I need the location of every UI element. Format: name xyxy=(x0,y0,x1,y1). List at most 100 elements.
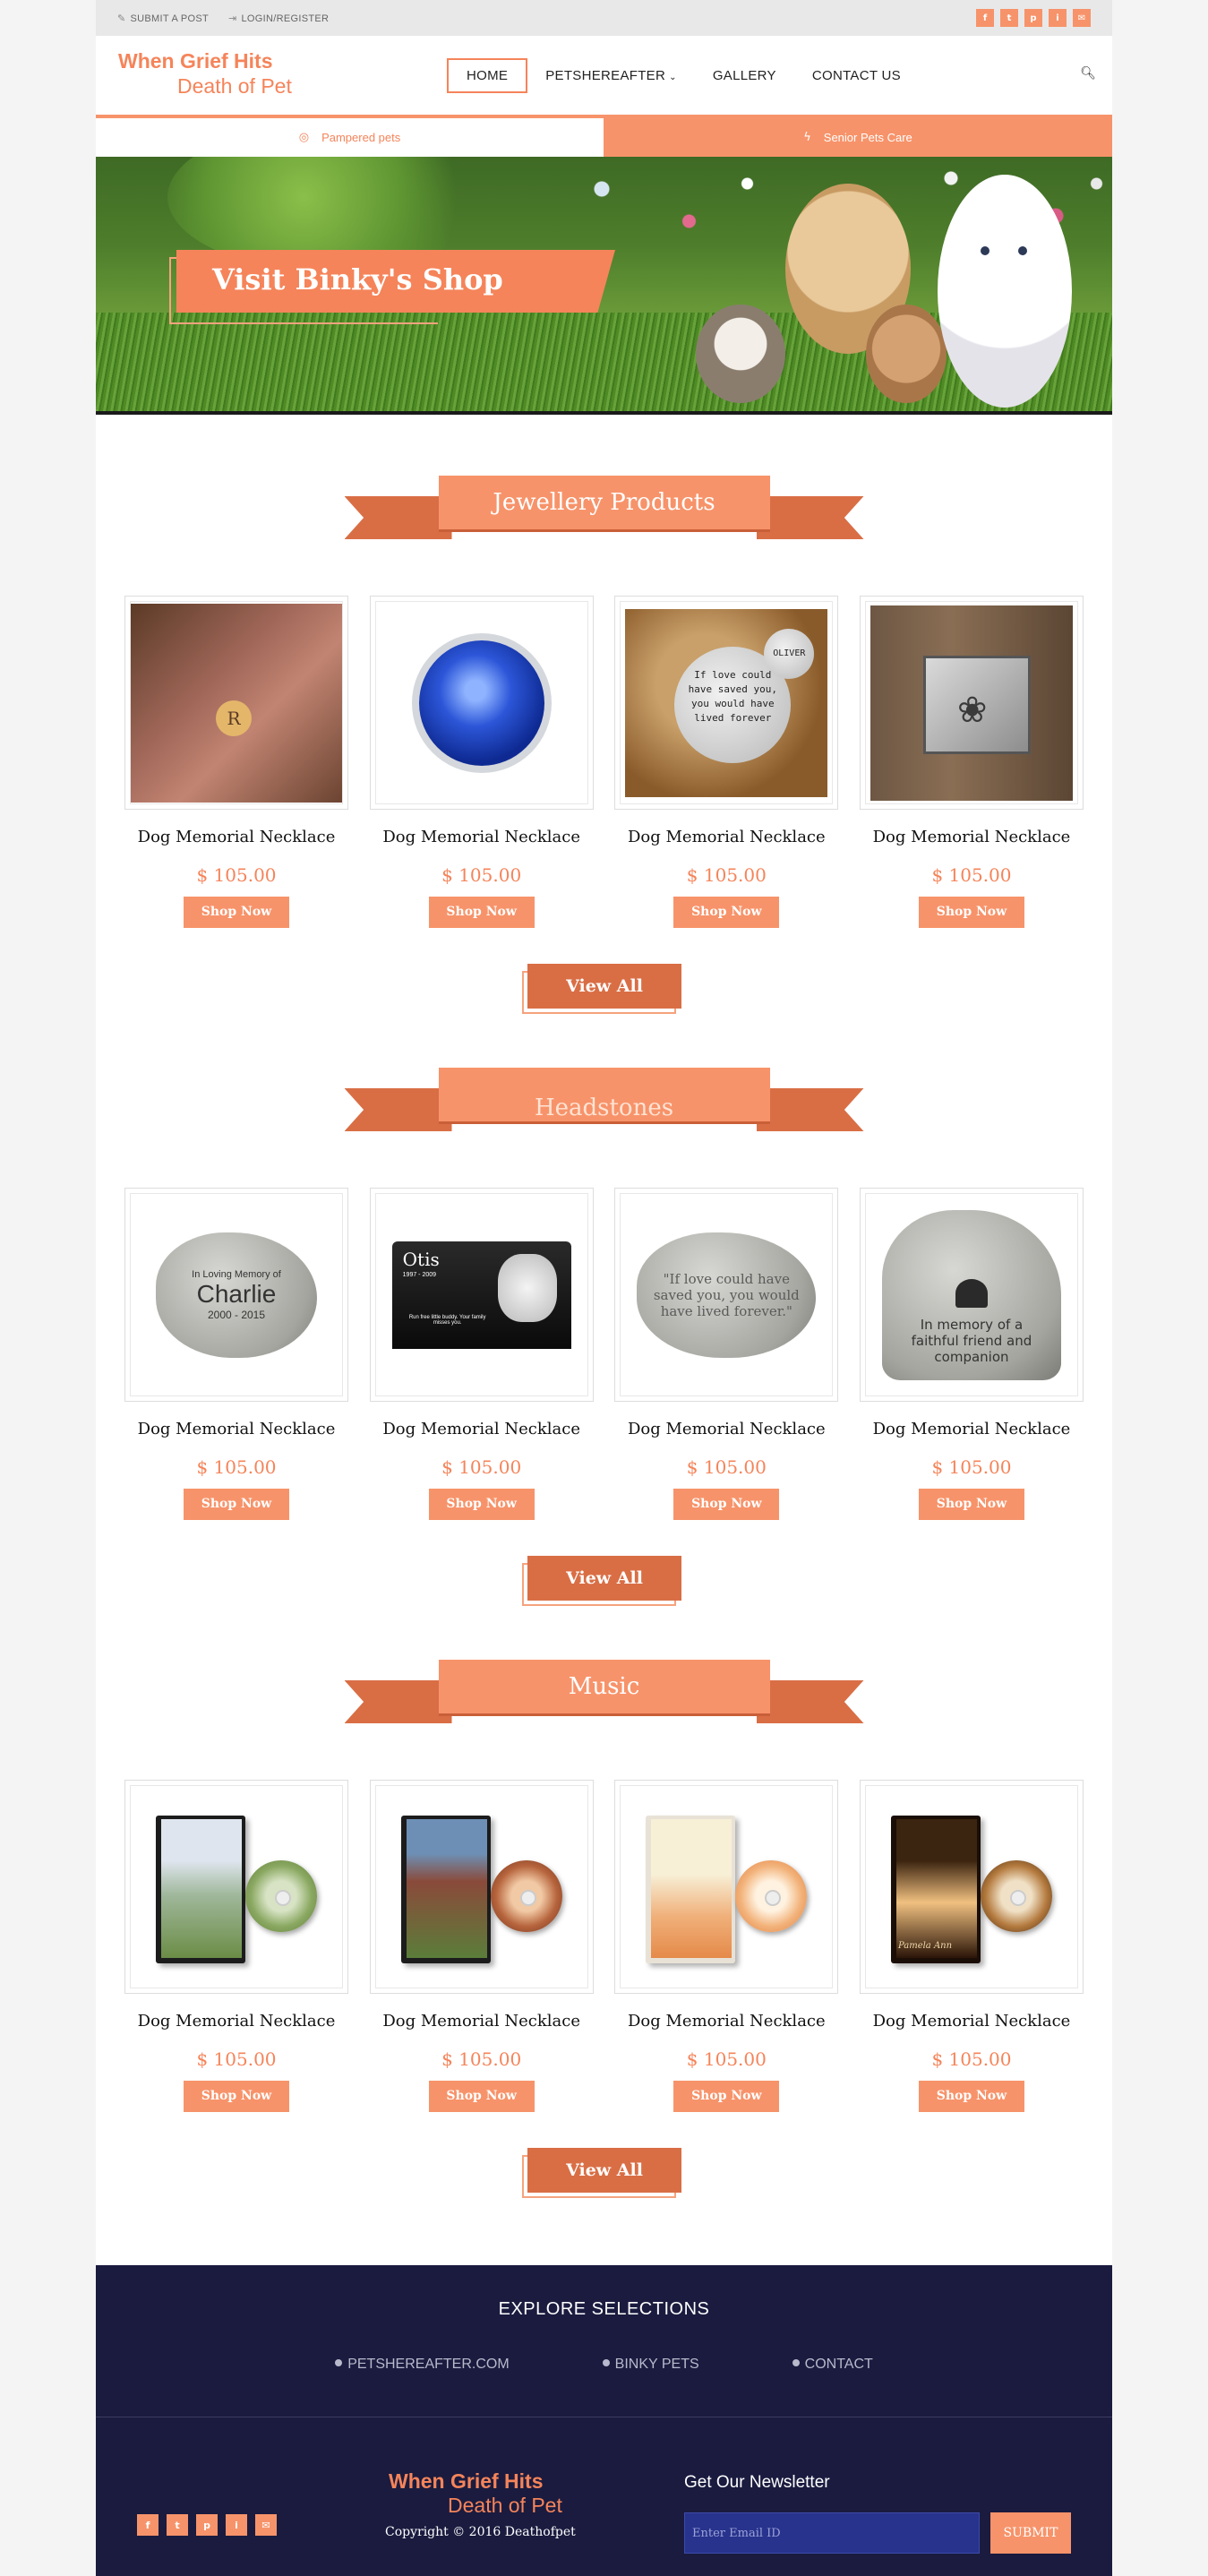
pinterest-icon[interactable]: p xyxy=(1024,9,1042,27)
shop-now-button[interactable]: Shop Now xyxy=(428,2081,535,2112)
logo-line-1: When Grief Hits xyxy=(118,49,273,73)
login-link[interactable]: ⇥ LOGIN/REGISTER xyxy=(228,13,329,24)
footer-link-binky[interactable]: BINKY PETS xyxy=(602,2357,699,2373)
dvd-cover xyxy=(651,1818,733,1958)
shop-now-button[interactable]: Shop Now xyxy=(673,1489,780,1520)
product-grid: In Loving Memory of Charlie 2000 - 2015 … xyxy=(96,1188,1112,1520)
logo-line-2: Death of Pet xyxy=(177,74,292,98)
shop-now-button[interactable]: Shop Now xyxy=(918,897,1024,928)
product-image-frame[interactable] xyxy=(369,1780,594,1994)
product-name[interactable]: Dog Memorial Necklace xyxy=(124,828,348,846)
product-image xyxy=(374,601,588,804)
shop-now-button[interactable]: Shop Now xyxy=(428,1489,535,1520)
product-image-frame[interactable]: If love could have saved you, you would … xyxy=(614,596,839,810)
shop-now-button[interactable]: Shop Now xyxy=(918,1489,1024,1520)
search-icon[interactable]: 🔍︎ xyxy=(1080,66,1096,81)
bullet-icon xyxy=(792,2359,800,2366)
product-image-frame[interactable]: "If love could have saved you, you would… xyxy=(614,1188,839,1402)
product-image-frame[interactable] xyxy=(124,1780,348,1994)
shop-now-button[interactable]: Shop Now xyxy=(918,2081,1024,2112)
product-name[interactable]: Dog Memorial Necklace xyxy=(614,1420,838,1438)
product-name[interactable]: Dog Memorial Necklace xyxy=(614,828,838,846)
footer-logo[interactable]: When Grief Hits Death of Pet Copyright ©… xyxy=(385,2469,576,2539)
shop-banner-text[interactable]: Visit Binky's Shop xyxy=(212,262,503,296)
footer-link-label: BINKY PETS xyxy=(614,2357,699,2372)
product-card: Dog Memorial Necklace $ 105.00 Shop Now xyxy=(614,1780,839,2112)
view-all-button[interactable]: View All xyxy=(527,1556,681,1601)
email-input[interactable] xyxy=(684,2512,980,2554)
view-all-button[interactable]: View All xyxy=(527,2148,681,2193)
ribbon-tail-right xyxy=(756,1088,864,1131)
clock-icon: ◎ xyxy=(298,131,310,144)
footer-bottom: f t p i ✉ When Grief Hits Death of Pet C… xyxy=(96,2417,1112,2576)
product-price: $ 105.00 xyxy=(441,864,522,886)
senior-pets-link[interactable]: ϟ Senior Pets Care xyxy=(604,118,1112,157)
product-name[interactable]: Dog Memorial Necklace xyxy=(370,1420,594,1438)
product-image-frame[interactable] xyxy=(369,596,594,810)
copyright: Copyright © 2016 Deathofpet xyxy=(385,2525,576,2539)
submit-post-link[interactable]: ✎ SUBMIT A POST xyxy=(117,13,209,24)
facebook-icon[interactable]: f xyxy=(137,2514,158,2536)
shop-now-button[interactable]: Shop Now xyxy=(673,2081,780,2112)
product-name[interactable]: Dog Memorial Necklace xyxy=(614,2012,838,2031)
logo[interactable]: When Grief Hits Death of Pet xyxy=(118,49,324,99)
slab-name: Otis xyxy=(402,1248,440,1270)
shop-now-button[interactable]: Shop Now xyxy=(184,1489,289,1520)
product-image-frame[interactable]: Otis 1997 - 2009 Run free little buddy. … xyxy=(369,1188,594,1402)
product-card: If love could have saved you, you would … xyxy=(614,596,839,928)
twitter-icon[interactable]: t xyxy=(167,2514,188,2536)
senior-pets-label: Senior Pets Care xyxy=(823,131,912,144)
product-image-frame[interactable] xyxy=(614,1780,839,1994)
ribbon-tail-left xyxy=(344,1680,452,1723)
shop-now-button[interactable]: Shop Now xyxy=(184,2081,289,2112)
pinterest-icon[interactable]: p xyxy=(196,2514,218,2536)
nav-petshereafter[interactable]: PETSHEREAFTER ⌄ xyxy=(527,58,695,93)
shop-now-button[interactable]: Shop Now xyxy=(184,897,289,928)
section-title: Music xyxy=(438,1660,770,1713)
product-image-frame[interactable]: In memory of a faithful friend and compa… xyxy=(859,1188,1084,1402)
view-all-button[interactable]: View All xyxy=(527,964,681,1009)
product-price: $ 105.00 xyxy=(931,2048,1012,2070)
instagram-icon[interactable]: i xyxy=(1049,9,1067,27)
product-image: In memory of a faithful friend and compa… xyxy=(864,1193,1078,1396)
email-icon[interactable]: ✉ xyxy=(255,2514,277,2536)
product-name[interactable]: Dog Memorial Necklace xyxy=(860,2012,1084,2031)
product-image-frame[interactable]: In Loving Memory of Charlie 2000 - 2015 xyxy=(124,1188,348,1402)
page: ✎ SUBMIT A POST ⇥ LOGIN/REGISTER f t p i ✉… xyxy=(96,0,1112,2576)
product-image-frame[interactable]: R xyxy=(124,596,348,810)
footer-link-petshereafter[interactable]: PETSHEREAFTER.COM xyxy=(335,2357,510,2373)
facebook-icon[interactable]: f xyxy=(976,9,994,27)
headstone-stone: In Loving Memory of Charlie 2000 - 2015 xyxy=(156,1232,317,1358)
bullet-icon xyxy=(335,2359,343,2366)
nav-contact[interactable]: CONTACT US xyxy=(794,58,919,93)
headstone-slab: Otis 1997 - 2009 Run free little buddy. … xyxy=(391,1241,571,1349)
instagram-icon[interactable]: i xyxy=(226,2514,247,2536)
product-image: "If love could have saved you, you would… xyxy=(620,1193,834,1396)
explore-title: EXPLORE SELECTIONS xyxy=(498,2299,710,2319)
pampered-pets-link[interactable]: ◎ Pampered pets xyxy=(96,118,604,157)
product-name[interactable]: Dog Memorial Necklace xyxy=(124,1420,348,1438)
product-image-frame[interactable]: ❀ xyxy=(859,596,1084,810)
email-icon[interactable]: ✉ xyxy=(1073,9,1091,27)
footer-links: PETSHEREAFTER.COM BINKY PETS CONTACT xyxy=(96,2357,1112,2373)
nav-gallery[interactable]: GALLERY xyxy=(695,58,794,93)
twitter-icon[interactable]: t xyxy=(1000,9,1018,27)
ribbon-tail-right xyxy=(756,496,864,539)
product-card: Otis 1997 - 2009 Run free little buddy. … xyxy=(369,1188,594,1520)
nav-home[interactable]: HOME xyxy=(447,58,528,93)
product-card: R Dog Memorial Necklace $ 105.00 Shop No… xyxy=(124,596,348,928)
bullet-icon xyxy=(602,2359,610,2366)
dog-photo xyxy=(497,1253,557,1322)
product-name[interactable]: Dog Memorial Necklace xyxy=(860,1420,1084,1438)
footer-link-contact[interactable]: CONTACT xyxy=(792,2357,873,2373)
shop-now-button[interactable]: Shop Now xyxy=(673,897,780,928)
dvd-disc xyxy=(245,1859,317,1932)
product-name[interactable]: Dog Memorial Necklace xyxy=(124,2012,348,2031)
product-image-frame[interactable]: Pamela Ann xyxy=(859,1780,1084,1994)
product-name[interactable]: Dog Memorial Necklace xyxy=(370,828,594,846)
dvd-cover xyxy=(161,1818,242,1958)
product-name[interactable]: Dog Memorial Necklace xyxy=(370,2012,594,2031)
shop-now-button[interactable]: Shop Now xyxy=(428,897,535,928)
product-name[interactable]: Dog Memorial Necklace xyxy=(860,828,1084,846)
submit-button[interactable]: SUBMIT xyxy=(990,2512,1071,2554)
